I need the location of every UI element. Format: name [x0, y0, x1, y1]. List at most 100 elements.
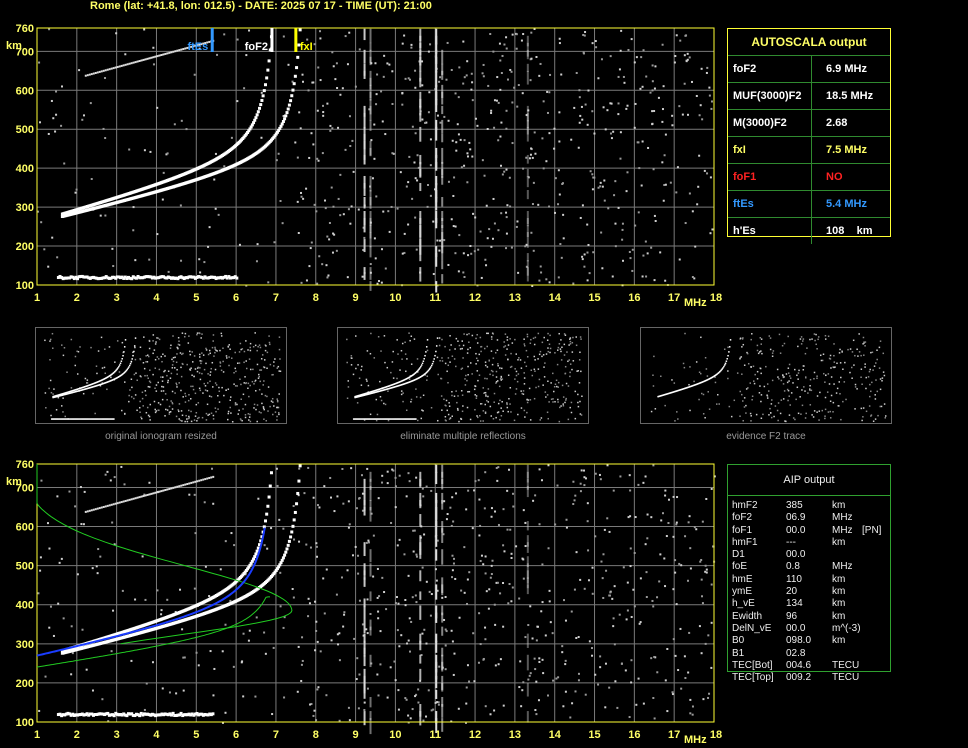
- noise-dot: [641, 140, 644, 143]
- thumb-dot: [236, 362, 239, 364]
- noise-dot: [62, 617, 65, 620]
- noise-dot: [38, 61, 41, 64]
- noise-dot: [622, 259, 625, 262]
- noise-dot: [506, 204, 509, 207]
- thumb-dot: [145, 361, 147, 363]
- noise-dot: [449, 506, 452, 509]
- interference-line: [369, 711, 372, 721]
- thumb-dot: [439, 359, 441, 362]
- thumb-dot: [157, 381, 159, 384]
- thumb-dot: [103, 366, 106, 369]
- thumb-dot: [518, 357, 520, 359]
- noise-dot: [460, 589, 463, 592]
- noise-dot: [484, 555, 487, 558]
- thumb-dot: [435, 345, 438, 347]
- noise-dot: [627, 516, 630, 519]
- multi-echo: [84, 74, 87, 77]
- fof2-label: foF2: [245, 41, 268, 53]
- thumb-dot: [203, 382, 206, 385]
- thumb-dot: [273, 361, 275, 363]
- noise-dot: [507, 602, 510, 605]
- noise-dot: [538, 660, 541, 663]
- noise-dot: [520, 39, 523, 42]
- noise-dot: [236, 100, 239, 103]
- noise-dot: [688, 56, 691, 59]
- multi-echo: [194, 480, 197, 483]
- f2-x-trace: [286, 107, 290, 111]
- thumb-dot: [569, 343, 572, 345]
- freq-tick-label: 12: [469, 292, 481, 304]
- thumb-dot: [53, 388, 55, 390]
- noise-dot: [74, 191, 77, 194]
- thumb-dot: [215, 349, 217, 352]
- thumb-dot: [794, 418, 796, 421]
- noise-dot: [463, 76, 466, 79]
- thumb-dot: [739, 415, 741, 417]
- noise-dot: [383, 591, 386, 594]
- thumb-dot: [676, 411, 678, 413]
- autoscala-row: h'Es 108 km: [728, 218, 890, 244]
- thumb-dot: [400, 349, 403, 352]
- noise-dot: [329, 496, 332, 499]
- thumb-dot: [350, 355, 353, 357]
- thumb-dot: [826, 391, 829, 393]
- interference-line: [441, 133, 444, 143]
- thumb-dot: [883, 403, 886, 405]
- thumb-dot: [545, 353, 548, 355]
- thumb-dot: [175, 361, 178, 364]
- thumb-dot: [760, 343, 763, 345]
- thumb-dot: [366, 380, 368, 382]
- noise-dot: [503, 43, 506, 46]
- thumb-dot: [133, 350, 135, 353]
- noise-dot: [469, 244, 472, 247]
- noise-dot: [471, 99, 474, 102]
- noise-dot: [188, 493, 191, 496]
- noise-dot: [602, 596, 605, 599]
- noise-dot: [608, 686, 611, 689]
- thumb-dot: [806, 347, 808, 349]
- noise-dot: [450, 68, 453, 71]
- noise-dot: [339, 214, 342, 217]
- thumb-dot: [715, 403, 718, 405]
- thumb-dot: [392, 350, 394, 353]
- thumb-dot: [446, 370, 448, 373]
- thumb-dot: [118, 364, 121, 366]
- noise-dot: [374, 62, 377, 65]
- f2-x-trace: [284, 550, 288, 554]
- noise-dot: [540, 610, 543, 613]
- noise-dot: [501, 173, 504, 176]
- thumb-dot: [191, 351, 193, 353]
- thumb-dot: [677, 418, 679, 420]
- thumb-dot: [158, 368, 161, 371]
- thumb-dot: [202, 392, 204, 394]
- thumb-dot: [179, 419, 182, 422]
- thumb-dot: [778, 378, 780, 380]
- noise-dot: [700, 578, 703, 581]
- thumb-dot: [376, 413, 379, 416]
- noise-dot: [378, 595, 381, 598]
- aip-value: 385: [786, 500, 803, 511]
- noise-dot: [535, 639, 538, 642]
- noise-dot: [675, 603, 678, 606]
- thumb-dot: [139, 400, 141, 403]
- thumb-dot: [220, 335, 223, 337]
- thumb-dot: [457, 409, 459, 411]
- noise-dot: [342, 213, 345, 216]
- thumb-dot: [265, 419, 268, 422]
- thumb-dot: [728, 351, 730, 353]
- thumb-dot: [383, 335, 386, 337]
- noise-dot: [651, 64, 654, 67]
- thumb-dot: [441, 409, 443, 411]
- thumb-dot: [540, 417, 543, 419]
- thumb-dot: [264, 349, 267, 352]
- thumb-dot: [171, 367, 174, 369]
- thumb-dot: [580, 370, 582, 373]
- noise-dot: [589, 170, 592, 173]
- thumb-dot: [824, 396, 827, 399]
- noise-dot: [487, 84, 490, 87]
- noise-dot: [445, 78, 448, 81]
- interference-line: [369, 267, 372, 280]
- noise-dot: [382, 75, 385, 78]
- noise-dot: [582, 33, 585, 36]
- thumb-dot: [168, 413, 171, 415]
